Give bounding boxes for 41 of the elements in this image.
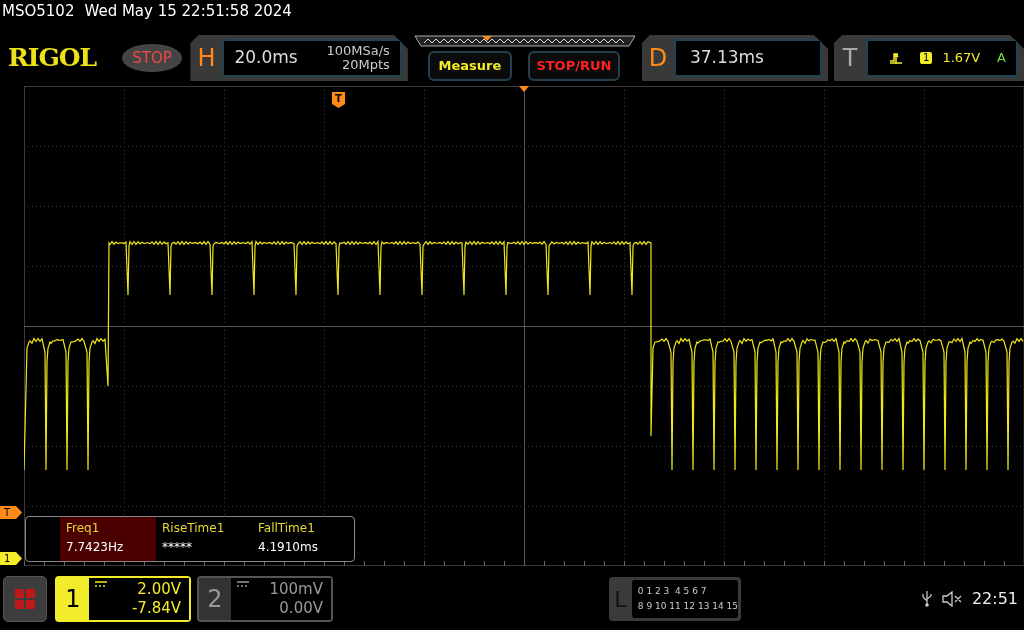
speaker-muted-icon [941,591,962,607]
dc-coupling-icon [95,580,107,588]
measurement-item[interactable]: Freq1 7.7423Hz [60,517,156,561]
trigger-position-marker[interactable]: T [332,92,345,108]
usb-icon [921,591,932,607]
trigger-mode: A [997,49,1006,68]
memory-depth: 20Mpts [341,58,390,72]
channel-scale: 2.00V [137,580,181,599]
measurement-item[interactable]: RiseTime1 ***** [156,517,252,561]
menu-button[interactable]: Measure [427,51,512,81]
timebase-value: 20.0ms [234,46,298,70]
channel-panel[interactable]: 1 2.00V -7.84V [55,576,191,622]
center-marker-icon [519,86,529,92]
panel-letter: T [841,43,859,74]
trigger-level: 1.67V [942,49,981,68]
clock-time: 22:51 [971,588,1018,610]
delay-value: 37.13ms [689,46,764,70]
model-name: MSO5102 [2,0,75,22]
rising-edge-icon [890,52,902,64]
panel-letter: H [196,43,217,74]
menu-button[interactable]: STOP/RUN [527,51,620,81]
channel-scale: 100mV [269,580,323,599]
dc-coupling-icon [237,580,249,588]
channel-offset: 0.00V [278,599,323,618]
delay-panel[interactable]: D 37.13ms [641,35,828,81]
channel-panel[interactable]: 2 100mV 0.00V [197,576,333,622]
grid-icon [15,589,35,609]
logic-channel-labels: 8 9 10 11 12 13 14 15 [637,600,738,613]
horizontal-panel[interactable]: H 20.0ms 100MSa/s 20Mpts [190,35,408,81]
trigger-level-marker[interactable]: T [0,506,22,519]
logic-channel-labels: 0 1 2 3 4 5 6 7 [637,585,708,598]
panel-letter: D [647,43,669,74]
sample-rate: 100MSa/s [326,44,390,58]
date-time: Wed May 15 22:51:58 2024 [84,0,292,22]
measurement-item[interactable]: FallTime1 4.1910ms [252,517,348,561]
channel-offset: -7.84V [130,599,181,618]
main-menu-button[interactable] [3,576,47,622]
trigger-source-badge: 1 [920,52,933,64]
brand-logo: RIGOL [7,42,98,75]
trigger-panel[interactable]: T 1 1.67V A [834,35,1024,81]
channel-marker[interactable]: 1 [0,552,22,565]
